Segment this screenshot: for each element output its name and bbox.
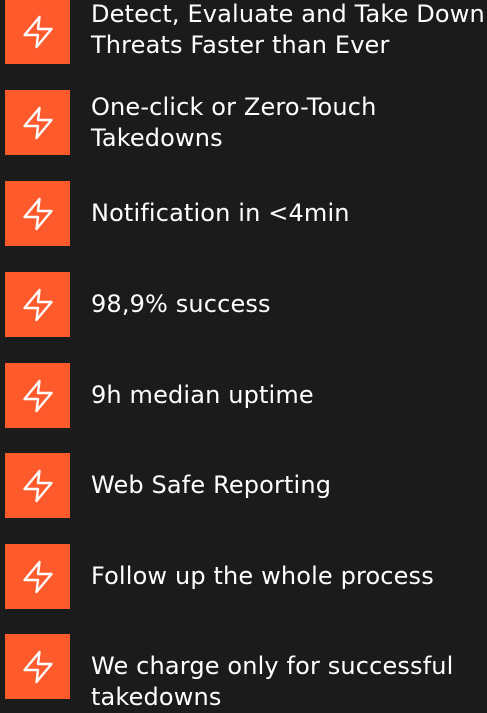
- lightning-icon: [20, 649, 56, 685]
- feature-list: Detect, Evaluate and Take Down Threats F…: [0, 0, 487, 711]
- lightning-icon: [20, 287, 56, 323]
- lightning-icon: [20, 378, 56, 414]
- feature-item-follow-up: Follow up the whole process: [5, 544, 487, 609]
- feature-icon-tile: [5, 181, 70, 246]
- feature-text: Notification in <4min: [91, 199, 350, 227]
- feature-text: Follow up the whole process: [91, 562, 434, 590]
- feature-item-success: 98,9% success: [5, 272, 487, 337]
- feature-text: Web Safe Reporting: [91, 471, 332, 499]
- feature-text: We charge only for successful takedowns: [91, 651, 454, 711]
- feature-item-detect: Detect, Evaluate and Take Down Threats F…: [5, 0, 487, 64]
- feature-item-web-safe: Web Safe Reporting: [5, 453, 487, 518]
- feature-text: Detect, Evaluate and Take Down Threats F…: [91, 0, 485, 59]
- feature-item-charge: We charge only for successful takedowns: [5, 634, 487, 711]
- feature-icon-tile: [5, 90, 70, 155]
- feature-icon-tile: [5, 363, 70, 428]
- lightning-icon: [20, 14, 56, 50]
- lightning-icon: [20, 559, 56, 595]
- lightning-icon: [20, 196, 56, 232]
- feature-icon-tile: [5, 0, 70, 64]
- feature-item-one-click: One-click or Zero-Touch Takedowns: [5, 90, 487, 155]
- lightning-icon: [20, 105, 56, 141]
- feature-icon-tile: [5, 544, 70, 609]
- lightning-icon: [20, 468, 56, 504]
- feature-text: 98,9% success: [91, 290, 271, 318]
- feature-text: One-click or Zero-Touch Takedowns: [91, 92, 377, 152]
- feature-item-notification: Notification in <4min: [5, 181, 487, 246]
- feature-icon-tile: [5, 453, 70, 518]
- feature-text: 9h median uptime: [91, 381, 314, 409]
- feature-icon-tile: [5, 272, 70, 337]
- feature-icon-tile: [5, 634, 70, 699]
- feature-item-uptime: 9h median uptime: [5, 363, 487, 428]
